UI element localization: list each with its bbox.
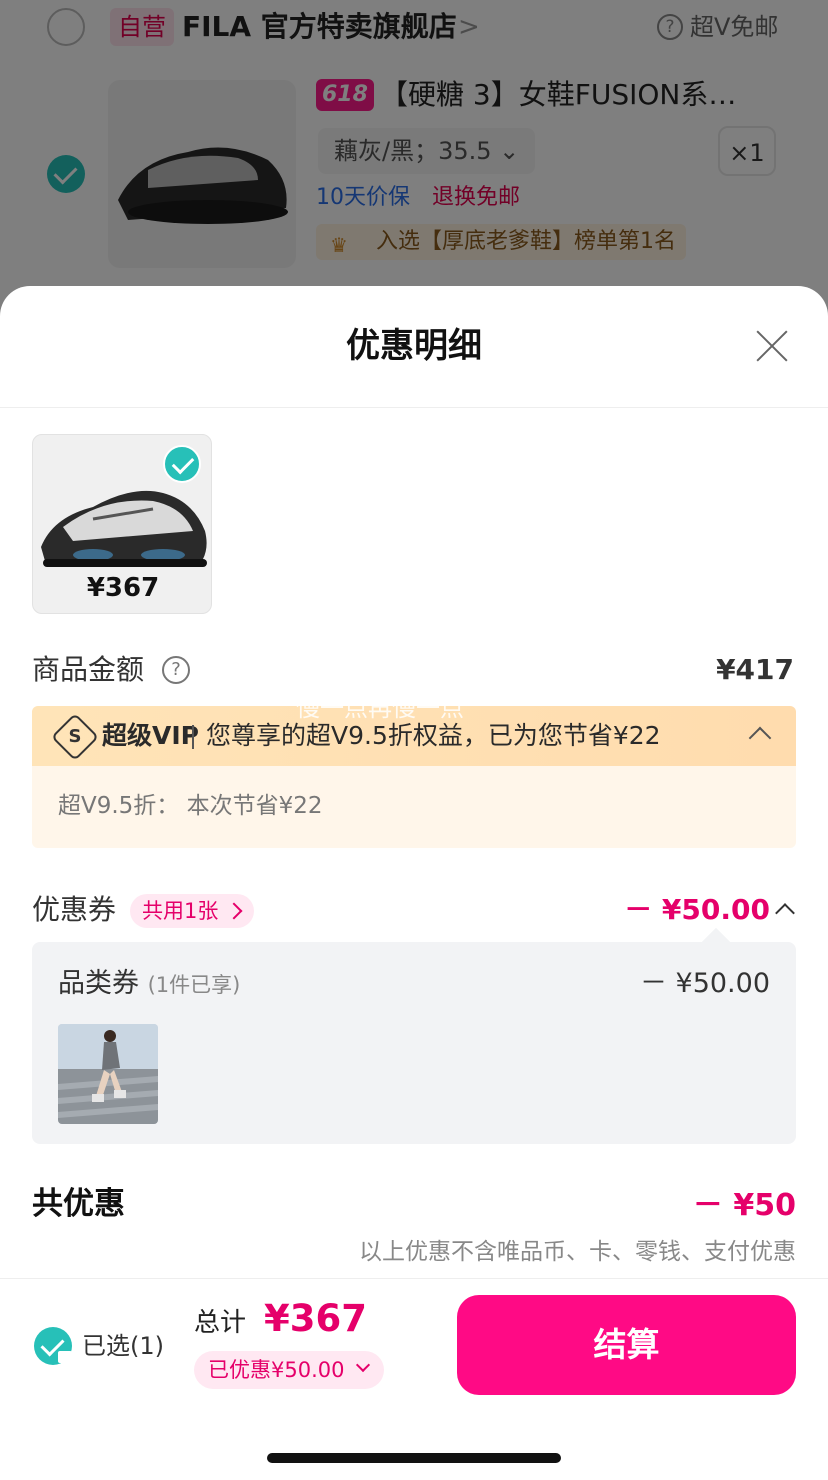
model-photo xyxy=(58,1024,158,1124)
total-discount-label: 共优惠 xyxy=(32,1186,125,1222)
vip-detail-text: 超V9.5折： 本次节省¥22 xyxy=(58,793,323,819)
home-indicator[interactable] xyxy=(267,1453,561,1463)
category-coupon-title: 品类券 xyxy=(58,968,139,999)
coupon-detail-box: 品类券 (1件已享) － ¥50.00 xyxy=(32,942,796,1144)
watermark-text: 慢一点再慢一点 xyxy=(296,694,464,722)
category-coupon-label: 品类券 (1件已享) xyxy=(58,966,240,1003)
total-discount-value: － ¥50 xyxy=(692,1188,796,1223)
checkout-button[interactable]: 结算 xyxy=(457,1295,796,1395)
product-price: ¥367 xyxy=(86,573,160,603)
sheet-title: 优惠明细 xyxy=(346,326,482,366)
vip-label: 超级VIP xyxy=(102,721,199,750)
goods-amount-label: 商品金额 xyxy=(32,653,145,686)
close-button[interactable] xyxy=(754,328,790,364)
coupon-label: 优惠券 xyxy=(32,893,117,926)
coupon-count-text: 共用1张 xyxy=(142,899,219,923)
category-coupon-value: － ¥50.00 xyxy=(639,968,770,999)
selected-product-card[interactable]: ¥367 xyxy=(32,434,212,614)
vip-separator xyxy=(192,725,194,749)
chevron-right-icon xyxy=(225,902,243,920)
goods-amount-value: ¥417 xyxy=(716,653,794,686)
chevron-up-icon[interactable] xyxy=(775,903,795,923)
chevron-down-icon xyxy=(356,1357,371,1373)
saved-amount-text: 已优惠¥50.00 xyxy=(208,1358,345,1382)
checkout-bar: 已选(1) 总计 ¥367 已优惠¥50.00 结算 xyxy=(0,1278,828,1480)
product-selected-checkmark[interactable] xyxy=(163,445,201,483)
selected-count-label: 已选(1) xyxy=(82,1332,164,1360)
vip-badge-glyph: S xyxy=(68,726,82,747)
vip-discount-panel[interactable]: S 超级VIP 您尊享的超V9.5折权益，已为您节省¥22 超V9.5折： 本次… xyxy=(32,706,796,848)
total-label: 总计 xyxy=(194,1308,247,1338)
coupon-count-pill[interactable]: 共用1张 xyxy=(130,894,255,928)
help-icon[interactable]: ? xyxy=(162,656,190,684)
coupon-total-value: － ¥50.00 xyxy=(624,893,770,926)
lock-icon xyxy=(58,1351,72,1363)
category-coupon-sub: (1件已享) xyxy=(147,973,241,997)
coupon-product-thumbnail[interactable] xyxy=(58,1024,158,1124)
divider xyxy=(0,407,828,408)
saved-amount-pill[interactable]: 已优惠¥50.00 xyxy=(194,1351,385,1389)
total-price: ¥367 xyxy=(264,1297,367,1340)
discount-note: 以上优惠不含唯品币、卡、零钱、支付优惠 xyxy=(359,1239,796,1265)
